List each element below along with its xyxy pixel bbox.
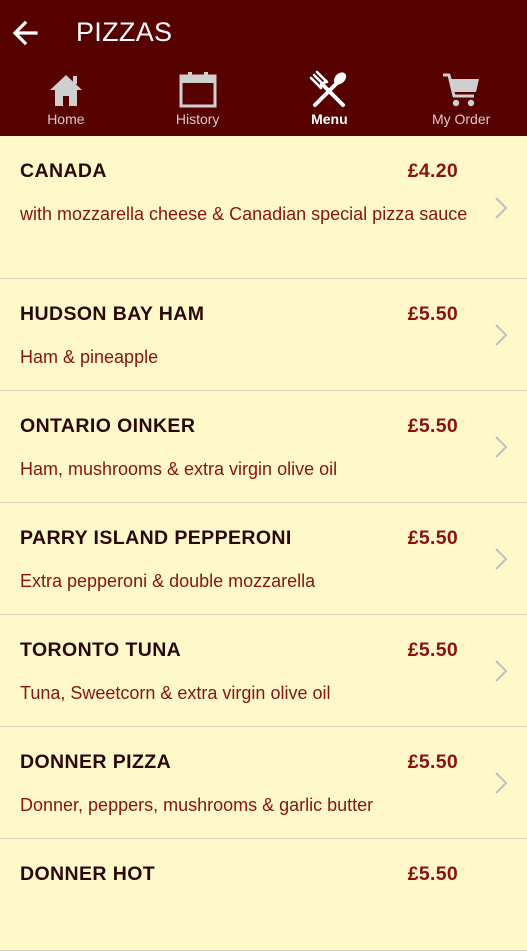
item-name: TORONTO TUNA [20,639,182,661]
nav-item-my-order[interactable]: My Order [395,64,527,136]
cart-icon [443,73,480,107]
app-bar: PIZZAS Home History Menu My Order [0,0,527,136]
item-name: DONNER PIZZA [20,751,172,773]
menu-item-canada[interactable]: CANADA £4.20 with mozzarella cheese & Ca… [0,136,527,279]
chevron-right-icon [495,324,508,346]
item-name: HUDSON BAY HAM [20,303,205,325]
item-name: CANADA [20,160,107,182]
nav-item-home[interactable]: Home [0,64,132,136]
arrow-left-icon [12,20,38,46]
chevron-right-icon [495,197,508,219]
nav-label-home: Home [47,111,85,127]
home-icon [49,75,82,106]
item-price: £5.50 [407,415,458,437]
menu-item-ontario-oinker[interactable]: ONTARIO OINKER £5.50 Ham, mushrooms & ex… [0,391,527,503]
item-description: Ham, mushrooms & extra virgin olive oil [20,459,338,479]
nav-bar: Home History Menu My Order [0,64,527,136]
item-description: Ham & pineapple [20,347,159,367]
fork-knife-icon [310,70,347,107]
item-description: Donner, peppers, mushrooms & garlic butt… [20,795,374,815]
item-price: £5.50 [407,751,458,773]
page-title: PIZZAS [76,17,173,47]
menu-list: CANADA £4.20 with mozzarella cheese & Ca… [0,136,527,951]
nav-label-menu: Menu [311,111,348,127]
menu-item-donner-pizza[interactable]: DONNER PIZZA £5.50 Donner, peppers, mush… [0,727,527,839]
item-name: ONTARIO OINKER [20,415,196,437]
nav-item-history[interactable]: History [132,64,264,136]
item-price: £4.20 [407,160,458,182]
item-name: PARRY ISLAND PEPPERONI [20,527,292,549]
item-name: DONNER HOT [20,863,156,885]
menu-item-toronto-tuna[interactable]: TORONTO TUNA £5.50 Tuna, Sweetcorn & ext… [0,615,527,727]
chevron-right-icon [495,548,508,570]
chevron-right-icon [495,772,508,794]
item-price: £5.50 [407,527,458,549]
nav-label-history: History [175,111,220,127]
chevron-right-icon [495,436,508,458]
calendar-icon [179,72,217,108]
item-price: £5.50 [407,303,458,325]
item-description: with mozzarella cheese & Canadian specia… [20,204,468,224]
item-price: £5.50 [407,863,458,885]
chevron-right-icon [495,660,508,682]
item-description: Extra pepperoni & double mozzarella [20,571,316,591]
nav-label-my-order: My Order [431,111,491,127]
nav-item-menu[interactable]: Menu [264,64,396,136]
menu-item-donner-hot[interactable]: DONNER HOT £5.50 [0,839,527,951]
item-price: £5.50 [407,639,458,661]
menu-item-parry-island-pepperoni[interactable]: PARRY ISLAND PEPPERONI £5.50 Extra peppe… [0,503,527,615]
back-button[interactable] [8,16,42,50]
menu-item-hudson-bay-ham[interactable]: HUDSON BAY HAM £5.50 Ham & pineapple [0,279,527,391]
item-description: Tuna, Sweetcorn & extra virgin olive oil [20,683,331,703]
